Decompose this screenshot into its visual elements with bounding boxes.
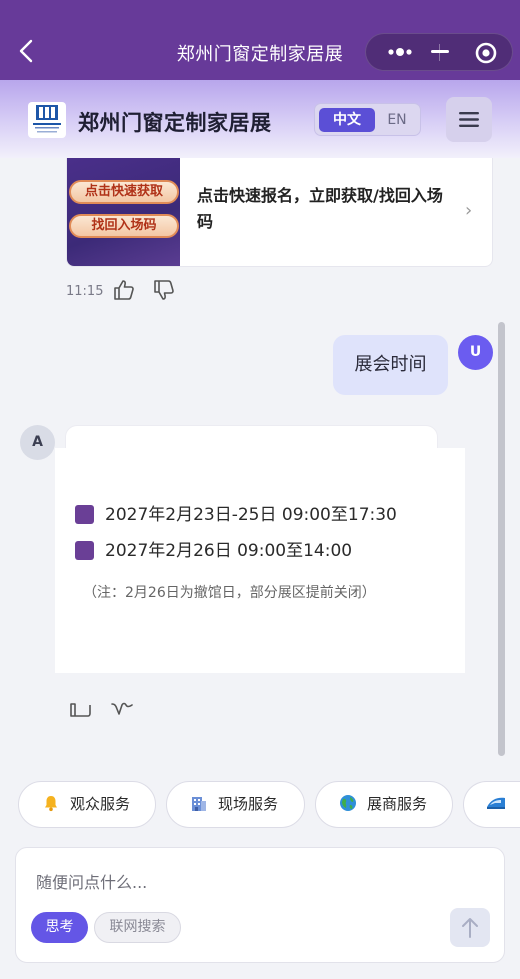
top-nav-bar: 郑州门窗定制家居展 [0, 0, 520, 80]
think-toggle[interactable]: 思考 [31, 912, 88, 943]
chip-label: 观众服务 [70, 795, 131, 813]
close-target-icon[interactable] [466, 34, 506, 70]
chip-exhibitor-service[interactable]: 展商服务 [315, 781, 453, 828]
arrow-up-icon [462, 918, 478, 938]
schedule-note: （注：2月26日为撤馆日，部分展区提前关闭） [83, 585, 376, 601]
lang-en-button[interactable]: EN [377, 108, 417, 132]
chevron-right-icon: › [465, 200, 473, 221]
assistant-avatar: A [20, 425, 55, 460]
assistant-message-bubble: 2027年2月23日-25日 09:00至17:30 2027年2月26日 09… [55, 448, 465, 673]
hamburger-icon [459, 112, 479, 127]
schedule-text: 2027年2月26日 09:00至14:00 [105, 541, 353, 561]
globe-icon [338, 782, 358, 827]
menu-button[interactable] [446, 97, 492, 142]
chip-onsite-service[interactable]: 现场服务 [166, 781, 305, 828]
lang-zh-button[interactable]: 中文 [319, 108, 375, 132]
banner-badge-top: 点击快速获取 [69, 180, 179, 204]
chip-label: 展商服务 [367, 795, 428, 813]
registration-text: 点击快速报名，立即获取/找回入场码 [197, 186, 443, 231]
mini-program-capsule [365, 33, 513, 71]
web-search-toggle[interactable]: 联网搜索 [94, 912, 181, 943]
registration-banner-image: 点击快速获取 找回入场码 [67, 158, 180, 266]
chat-composer: 思考 联网搜索 [15, 847, 505, 963]
user-avatar: U [458, 335, 493, 370]
send-button[interactable] [450, 908, 490, 947]
minimize-icon[interactable] [418, 34, 458, 70]
language-switch: 中文 EN [314, 103, 421, 136]
thumbs-down-icon[interactable] [110, 698, 134, 720]
thumbs-down-icon[interactable] [152, 278, 176, 302]
thumbs-up-icon[interactable] [112, 278, 136, 302]
chat-scrollbar[interactable] [498, 322, 505, 756]
hindoor-logo [28, 102, 66, 138]
schedule-item: 2027年2月26日 09:00至14:00 [75, 536, 352, 561]
thumbs-up-icon[interactable] [69, 698, 93, 720]
user-message-bubble: 展会时间 [333, 335, 448, 395]
bell-icon [41, 782, 61, 827]
chip-transport-service[interactable] [463, 781, 520, 828]
chat-input[interactable] [36, 870, 476, 894]
schedule-item: 2027年2月23日-25日 09:00至17:30 [75, 500, 397, 525]
chip-label: 现场服务 [218, 795, 279, 813]
building-icon [189, 782, 209, 827]
brand-title: 郑州门窗定制家居展 [78, 111, 272, 135]
schedule-text: 2027年2月23日-25日 09:00至17:30 [105, 505, 397, 525]
train-icon [486, 782, 506, 827]
bullet-square-icon [75, 541, 94, 560]
banner-badge-bottom: 找回入场码 [69, 214, 179, 238]
registration-card[interactable]: 点击快速获取 找回入场码 点击快速报名，立即获取/找回入场码 › [66, 158, 493, 267]
message-time: 11:15 [66, 284, 104, 299]
bullet-square-icon [75, 505, 94, 524]
chip-visitor-service[interactable]: 观众服务 [18, 781, 156, 828]
